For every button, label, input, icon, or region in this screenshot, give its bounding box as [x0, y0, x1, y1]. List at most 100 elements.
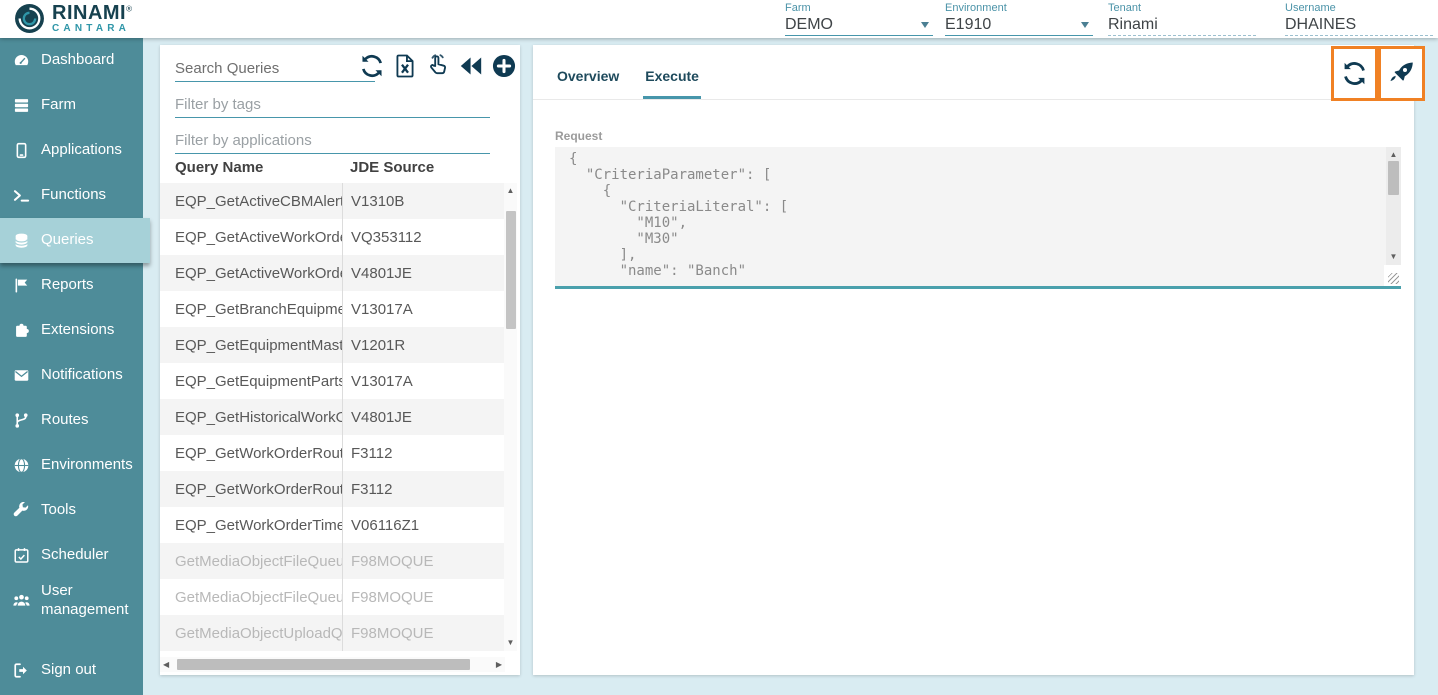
jde-source-cell: V06116Z1	[342, 507, 505, 543]
puzzle-icon	[13, 322, 31, 339]
sidebar-item-label: Farm	[41, 96, 76, 115]
query-name-cell: GetMediaObjectFileQueues	[160, 589, 342, 606]
fast-backward-button[interactable]	[458, 53, 484, 79]
sidebar-item-label: Extensions	[41, 321, 114, 340]
column-header-jde-source: JDE Source	[350, 159, 434, 176]
table-vertical-scrollbar[interactable]: ▲ ▼	[504, 183, 517, 651]
field-value: DHAINES	[1285, 15, 1433, 34]
table-row[interactable]: GetMediaObjectUploadQueF98MOQUE	[160, 615, 505, 651]
search-queries-input[interactable]	[175, 55, 375, 82]
sidebar-item-functions[interactable]: Functions	[0, 173, 143, 218]
tab-overview[interactable]: Overview	[555, 53, 621, 99]
table-row[interactable]: EQP_GetEquipmentMasterV1201R	[160, 327, 505, 363]
jde-source-cell: V13017A	[342, 291, 505, 327]
jde-source-cell: V1310B	[342, 183, 505, 219]
scroll-up-arrow[interactable]: ▲	[504, 186, 517, 196]
sidebar-item-tools[interactable]: Tools	[0, 488, 143, 533]
table-row[interactable]: EQP_GetWorkOrderTimeEnV06116Z1	[160, 507, 505, 543]
sidebar-item-dashboard[interactable]: Dashboard	[0, 38, 143, 83]
flag-icon	[13, 277, 31, 294]
terminal-icon	[13, 187, 31, 204]
filter-by-tags-input[interactable]	[175, 91, 490, 118]
jde-source-cell: F3112	[342, 471, 505, 507]
sidebar-item-extensions[interactable]: Extensions	[0, 308, 143, 353]
farm-select[interactable]: FarmDEMO	[785, 2, 933, 36]
sidebar-item-user-management[interactable]: User management	[0, 578, 143, 623]
chevron-down-icon	[1081, 22, 1089, 28]
scroll-left-arrow[interactable]: ◀	[163, 660, 169, 670]
envelope-icon	[13, 367, 31, 384]
request-json-textarea[interactable]: { "CriteriaParameter": [ { "CriteriaLite…	[555, 147, 1401, 289]
execute-actions	[1331, 46, 1425, 101]
tablet-icon	[13, 142, 31, 159]
textarea-vertical-scrollbar[interactable]: ▲ ▼	[1386, 147, 1401, 265]
tabs-divider	[533, 99, 1414, 100]
field-value: DEMO	[785, 15, 933, 34]
query-name-cell: EQP_GetBranchEquipment	[160, 301, 342, 318]
sidebar-item-label: Dashboard	[41, 51, 114, 70]
scroll-down-arrow[interactable]: ▼	[504, 638, 517, 648]
detail-tabs: Overview Execute	[555, 45, 701, 99]
table-row[interactable]: GetMediaObjectFileQueueF98MOQUE	[160, 543, 505, 579]
export-excel-icon	[392, 53, 418, 79]
table-header: Query Name JDE Source	[160, 157, 505, 183]
touch-icon	[425, 53, 451, 79]
table-row[interactable]: EQP_GetWorkOrderRoutingF3112	[160, 435, 505, 471]
refresh-button[interactable]	[1331, 46, 1378, 101]
table-horizontal-scrollbar[interactable]: ◀ ▶	[160, 657, 505, 672]
table-row[interactable]: GetMediaObjectFileQueuesF98MOQUE	[160, 579, 505, 615]
refresh-icon	[1341, 60, 1368, 87]
sidebar-item-scheduler[interactable]: Scheduler	[0, 533, 143, 578]
scroll-down-arrow[interactable]: ▼	[1386, 252, 1401, 262]
rocket-button[interactable]	[1378, 46, 1425, 101]
scroll-right-arrow[interactable]: ▶	[496, 660, 502, 670]
export-excel-button[interactable]	[392, 53, 418, 79]
query-name-cell: EQP_GetWorkOrderRouting	[160, 445, 342, 462]
field-value: E1910	[945, 15, 1093, 34]
calendar-check-icon	[13, 547, 31, 564]
horizontal-scrollbar-thumb[interactable]	[177, 659, 470, 670]
request-label: Request	[555, 129, 602, 143]
branch-icon	[13, 412, 31, 429]
vertical-scrollbar-thumb[interactable]	[1388, 161, 1399, 195]
sidebar-item-reports[interactable]: Reports	[0, 263, 143, 308]
brand-subname: CANTARA	[52, 24, 133, 34]
table-row[interactable]: EQP_GetActiveWorkOrderRVQ353112	[160, 219, 505, 255]
rinami-swirl-logo-icon	[14, 3, 45, 34]
sidebar-item-sign-out[interactable]: Sign out	[0, 648, 143, 693]
table-row[interactable]: EQP_GetActiveCBMAlertsV1310B	[160, 183, 505, 219]
table-row[interactable]: EQP_GetEquipmentPartsV13017A	[160, 363, 505, 399]
vertical-scrollbar-thumb[interactable]	[506, 211, 516, 329]
textarea-resize-grip[interactable]	[1384, 265, 1401, 286]
sync-button[interactable]	[359, 53, 385, 79]
query-name-cell: GetMediaObjectFileQueue	[160, 553, 342, 570]
table-row[interactable]: EQP_GetWorkOrderRoutingF3112	[160, 471, 505, 507]
jde-source-cell: V1201R	[342, 327, 505, 363]
database-icon	[13, 232, 31, 249]
query-name-cell: EQP_GetActiveWorkOrderR	[160, 229, 342, 246]
sidebar-item-farm[interactable]: Farm	[0, 83, 143, 128]
column-header-query-name: Query Name	[175, 159, 263, 176]
sidebar-item-applications[interactable]: Applications	[0, 128, 143, 173]
add-button[interactable]	[491, 53, 517, 79]
jde-source-cell: F98MOQUE	[342, 579, 505, 615]
sidebar-item-label: Sign out	[41, 661, 96, 680]
tab-execute[interactable]: Execute	[643, 53, 701, 99]
table-row[interactable]: EQP_GetBranchEquipmentV13017A	[160, 291, 505, 327]
touch-button[interactable]	[425, 53, 451, 79]
scroll-up-arrow[interactable]: ▲	[1386, 150, 1401, 160]
brand-name: RINAMI®	[52, 3, 133, 23]
table-row[interactable]: EQP_GetActiveWorkOrdersV4801JE	[160, 255, 505, 291]
sidebar-item-queries[interactable]: Queries	[0, 218, 150, 263]
rocket-icon	[1388, 60, 1415, 87]
request-json-value: { "CriteriaParameter": [ { "CriteriaLite…	[555, 147, 1401, 286]
sidebar-item-notifications[interactable]: Notifications	[0, 353, 143, 398]
sidebar-item-label: Routes	[41, 411, 89, 430]
field-label: Environment	[945, 2, 1093, 15]
sidebar-item-routes[interactable]: Routes	[0, 398, 143, 443]
field-label: Farm	[785, 2, 933, 15]
filter-by-applications-input[interactable]	[175, 127, 490, 154]
table-row[interactable]: EQP_GetHistoricalWorkOrdV4801JE	[160, 399, 505, 435]
sidebar-item-environments[interactable]: Environments	[0, 443, 143, 488]
environment-select[interactable]: EnvironmentE1910	[945, 2, 1093, 36]
